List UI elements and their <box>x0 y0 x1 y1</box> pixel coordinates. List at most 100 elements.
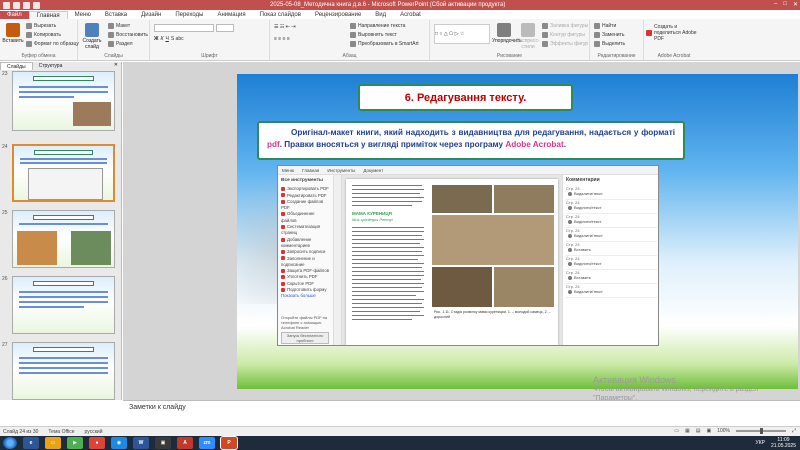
font-name-select[interactable] <box>154 24 214 32</box>
align-text-icon <box>350 32 356 38</box>
comment-item: Стр. 24 Вставить <box>566 242 657 256</box>
paste-icon <box>6 23 20 37</box>
select-button[interactable]: Выделить <box>594 41 625 47</box>
slide-body-text[interactable]: Оригінал-макет книги, який надходить з в… <box>257 121 685 160</box>
tab-design[interactable]: Дизайн <box>134 11 168 19</box>
text-direction-icon <box>350 23 356 29</box>
find-button[interactable]: Найти <box>594 23 616 29</box>
acrobat-menu-bar: Меню Главная Инструменты Документ <box>278 166 658 175</box>
acrobat-comments-panel: Комментарии Стр. 24 Видалити/текст Стр. 2… <box>562 175 658 345</box>
tab-transitions[interactable]: Переходы <box>168 11 210 19</box>
list-buttons[interactable]: ☰ ☷ ⇤ ⇥ <box>274 24 296 30</box>
create-pdf-button[interactable]: Создать и поделиться Adobe PDF <box>646 24 702 42</box>
system-tray: УКР 11:09 21.05.2025 <box>756 437 796 449</box>
browser-icon[interactable]: ◉ <box>111 437 127 449</box>
shapes-gallery[interactable]: □ ○ △ ⬠ ▷ ☆ <box>434 24 490 44</box>
replace-button[interactable]: Заменить <box>594 32 624 38</box>
tab-home[interactable]: Главная <box>28 11 68 19</box>
close-button[interactable]: ✕ <box>793 1 798 8</box>
acrobat-screenshot[interactable]: Меню Главная Инструменты Документ Все ин… <box>277 165 659 346</box>
zoom-icon[interactable]: zm <box>199 437 215 449</box>
reset-button[interactable]: Восстановить <box>108 32 148 38</box>
shape-effects-button[interactable]: Эффекты фигур <box>542 41 588 47</box>
fill-icon <box>542 23 548 29</box>
font-format-buttons[interactable]: Ж К Ч S abc <box>154 36 184 42</box>
quick-access-toolbar <box>0 1 40 9</box>
align-buttons[interactable]: ≡ ≡ ≡ ≡ <box>274 36 290 42</box>
tab-menu[interactable]: Меню <box>68 11 98 19</box>
format-painter-button[interactable]: Формат по образцу <box>26 41 79 47</box>
tab-file[interactable]: Файл <box>0 11 29 19</box>
comment-item: Стр. 24 Видалити/текст <box>566 228 657 242</box>
comment-item: Стр. 24 Видалити/текст <box>566 284 657 298</box>
clock[interactable]: 11:09 21.05.2025 <box>771 437 796 449</box>
start-button[interactable] <box>3 437 17 449</box>
mouse-photo <box>432 215 554 265</box>
font-size-select[interactable] <box>216 24 234 32</box>
reading-view-icon[interactable]: ▤ <box>696 428 701 434</box>
outline-icon <box>542 32 548 38</box>
smartart-button[interactable]: Преобразовать в SmartArt <box>350 41 419 47</box>
new-slide-button[interactable]: Создать слайд <box>80 23 104 50</box>
notes-pane[interactable]: Заметки к слайду <box>123 400 800 426</box>
paste-button[interactable]: Вставить <box>1 23 25 44</box>
fit-slide-icon[interactable]: ⤢ <box>792 428 796 434</box>
maximize-button[interactable]: □ <box>783 1 787 8</box>
explorer-icon[interactable]: ▭ <box>45 437 61 449</box>
title-bar: 2025-05-08_Методична книга д.в.6 - Micro… <box>0 0 800 10</box>
text-direction-button[interactable]: Направление текста <box>350 23 405 29</box>
slideshow-view-icon[interactable]: ▣ <box>706 428 711 434</box>
zoom-slider[interactable] <box>735 428 786 434</box>
acrobat-side-rail <box>334 175 342 345</box>
theme-name: Тема Office <box>48 428 75 435</box>
layout-button[interactable]: Макет <box>108 23 130 29</box>
tab-view[interactable]: Вид <box>368 11 393 19</box>
windows-activation-watermark: Активация Windows Чтобы активировать Win… <box>593 375 759 403</box>
media-icon[interactable]: ▶ <box>67 437 83 449</box>
avatar <box>568 262 572 266</box>
window-title: 2025-05-08_Методична книга д.в.6 - Micro… <box>270 2 506 8</box>
powerpoint-icon[interactable]: P <box>220 436 238 450</box>
chrome-icon[interactable]: ● <box>89 437 105 449</box>
quick-styles-button[interactable]: Экспресс-стили <box>516 23 540 50</box>
shape-fill-button[interactable]: Заливка фигуры <box>542 23 588 29</box>
redo-icon[interactable] <box>33 1 40 9</box>
tab-review[interactable]: Рецензирование <box>308 11 368 19</box>
undo-icon[interactable] <box>23 1 30 9</box>
acrobat-icon[interactable]: A <box>177 437 193 449</box>
language-indicator[interactable]: УКР <box>756 440 765 446</box>
sorter-view-icon[interactable]: ▦ <box>685 428 690 434</box>
save-icon[interactable] <box>13 1 20 9</box>
tab-acrobat[interactable]: Acrobat <box>393 11 428 19</box>
current-slide[interactable]: 6. Редагування тексту. Оригінал-макет кн… <box>237 74 798 389</box>
align-text-button[interactable]: Выровнять текст <box>350 32 397 38</box>
section-button[interactable]: Раздел <box>108 41 133 47</box>
zoom-level[interactable]: 100% <box>717 428 730 434</box>
close-icon[interactable]: ✕ <box>114 62 121 70</box>
normal-view-icon[interactable]: ▭ <box>674 428 679 434</box>
paragraph-group: ☰ ☷ ⇤ ⇥ ≡ ≡ ≡ ≡ Направление текста Выров… <box>270 20 430 60</box>
slides-group: Создать слайд Макет Восстановить Раздел … <box>78 20 150 60</box>
tab-slides[interactable]: Слайды <box>0 62 33 70</box>
notes-placeholder: Заметки к слайду <box>129 404 186 411</box>
word-icon[interactable]: W <box>133 437 149 449</box>
tab-insert[interactable]: Вставка <box>98 11 134 19</box>
cut-button[interactable]: Вырезать <box>26 23 56 29</box>
tab-outline[interactable]: Структура <box>33 62 69 70</box>
ribbon: Вставить Вырезать Копировать Формат по о… <box>0 19 800 61</box>
copy-button[interactable]: Копировать <box>26 32 61 38</box>
app-icon[interactable]: ▣ <box>155 437 171 449</box>
language-indicator[interactable]: русский <box>85 429 103 435</box>
slide-title[interactable]: 6. Редагування тексту. <box>358 84 573 111</box>
arrange-button[interactable]: Упорядочить <box>492 23 522 44</box>
section-icon <box>108 41 114 47</box>
mouse-photo <box>494 267 554 307</box>
pane-tabs: Слайды Структура ✕ <box>0 62 121 70</box>
ie-icon[interactable]: e <box>23 437 39 449</box>
tab-slideshow[interactable]: Показ слайдов <box>253 11 308 19</box>
tab-animations[interactable]: Анимация <box>210 11 252 19</box>
minimize-button[interactable]: – <box>774 1 777 8</box>
acrobat-tools-panel: Все инструменты Экспортировать PDF Редак… <box>278 175 334 345</box>
powerpoint-icon[interactable] <box>3 1 10 9</box>
shape-outline-button[interactable]: Контур фигуры <box>542 32 585 38</box>
